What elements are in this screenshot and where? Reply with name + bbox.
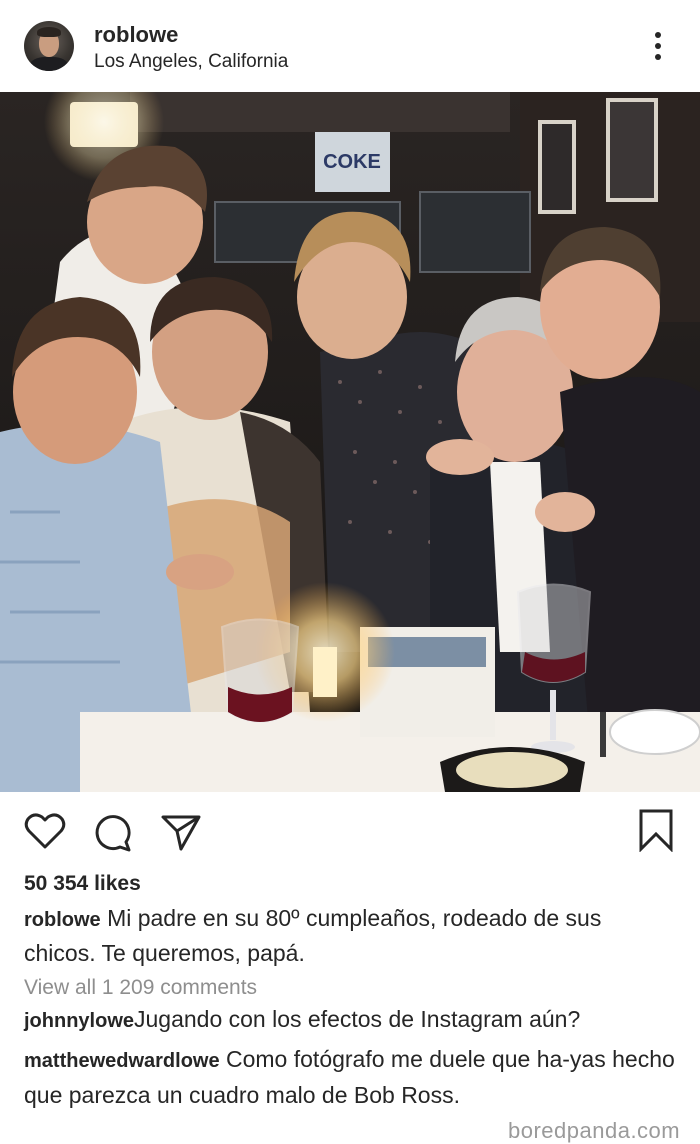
caption-text: Mi padre en su 80º cumpleaños, rodeado d… [24,905,602,966]
caption-username[interactable]: roblowe [24,909,101,931]
post-header: roblowe Los Angeles, California [0,0,700,92]
avatar[interactable] [24,21,74,71]
post-location[interactable]: Los Angeles, California [94,51,288,73]
comment-icon[interactable] [92,812,132,852]
comment-item: matthewedwardlowe Como fotógrafo me duel… [24,1042,684,1112]
comment-username[interactable]: matthewedwardlowe [24,1050,220,1072]
comment-text: Jugando con los efectos de Instagram aún… [134,1006,581,1032]
post-username[interactable]: roblowe [94,22,178,48]
view-all-comments-link[interactable]: View all 1 209 comments [24,976,257,1000]
action-bar [0,792,700,872]
post-photo[interactable]: COKE [0,92,700,792]
heart-icon[interactable] [24,812,66,850]
comment-item: johnnyloweJugando con los efectos de Ins… [24,1002,684,1038]
bookmark-icon[interactable] [638,808,674,852]
watermark: boredpanda.com [506,1118,683,1144]
group-photo-illustration: COKE [0,92,700,792]
like-count[interactable]: 50 354 likes [24,872,141,896]
more-options-icon[interactable] [646,30,670,62]
post-caption: roblowe Mi padre en su 80º cumpleaños, r… [24,902,674,970]
comment-username[interactable]: johnnylowe [24,1010,134,1032]
share-icon[interactable] [160,812,202,852]
wall-sign-text: COKE [323,151,381,173]
